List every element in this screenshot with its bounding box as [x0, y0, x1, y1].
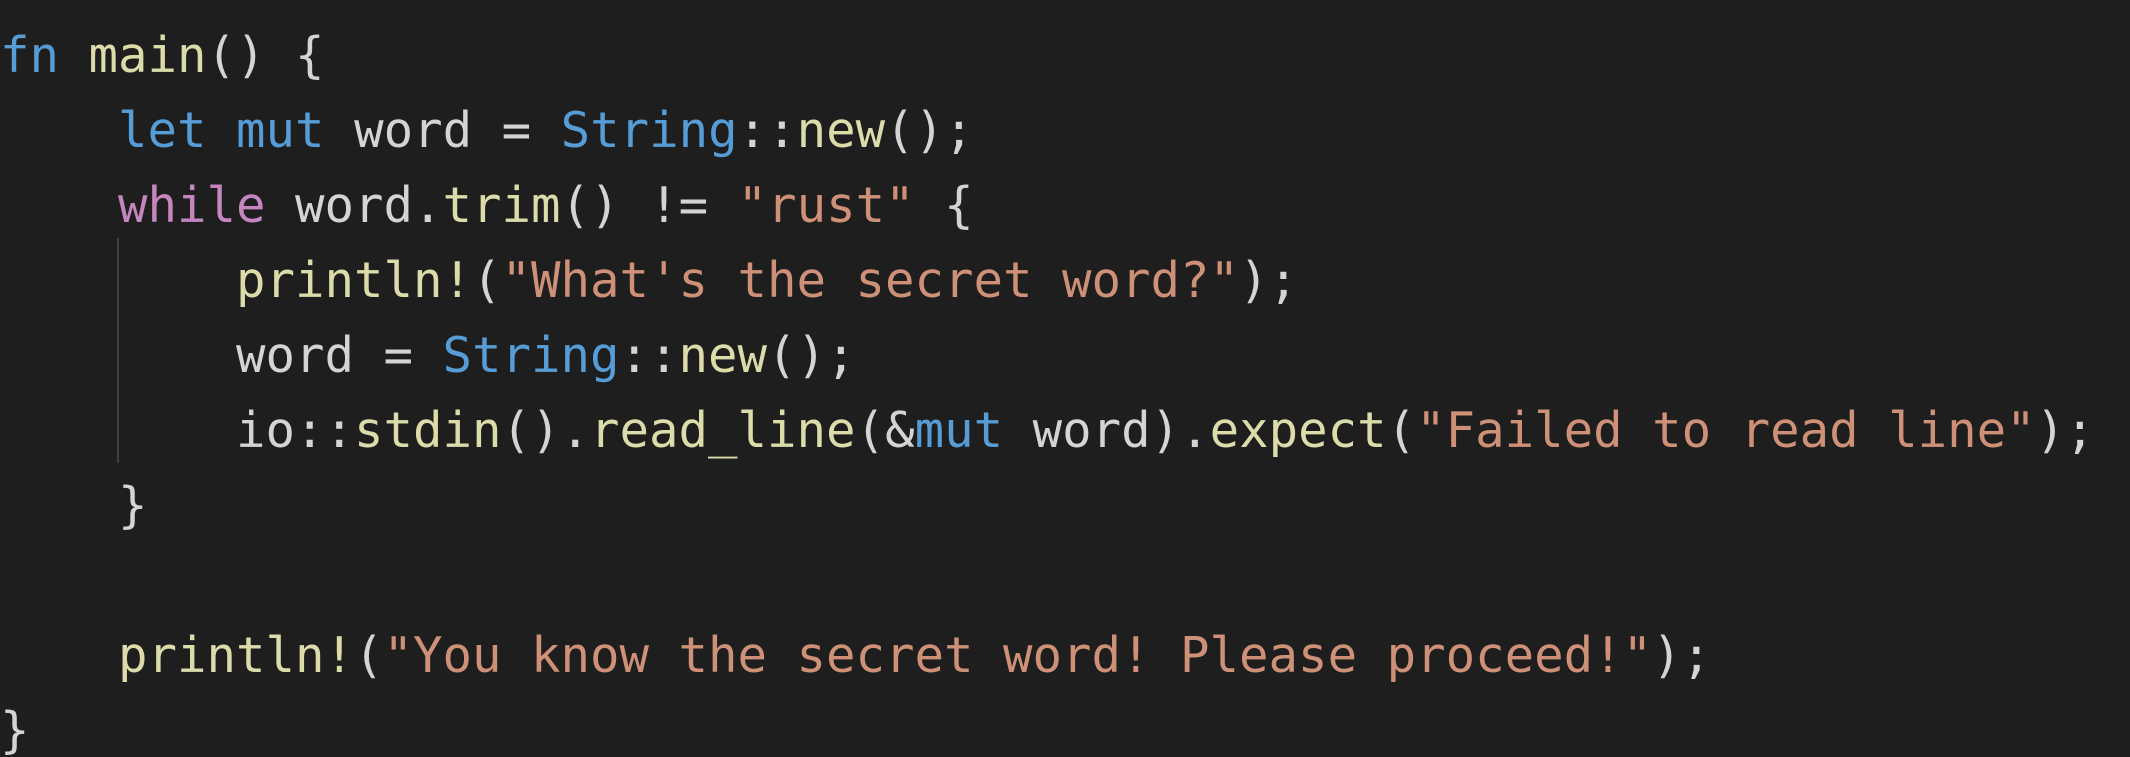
code-token: let	[118, 102, 207, 159]
code-token: );	[2035, 402, 2095, 459]
code-token: }	[0, 702, 30, 757]
code-token: read_line	[590, 402, 856, 459]
code-token: word).	[1003, 402, 1210, 459]
code-line[interactable]: }	[0, 468, 2095, 543]
code-line[interactable]: io::stdin().read_line(&mut word).expect(…	[0, 393, 2095, 468]
code-token: "rust"	[737, 177, 915, 234]
code-token: );	[1652, 627, 1712, 684]
code-token: new	[796, 102, 886, 159]
code-token: while	[118, 177, 266, 234]
code-line[interactable]	[0, 543, 2095, 618]
code-token: ::	[737, 102, 797, 159]
code-token: stdin	[354, 402, 502, 459]
code-token: }	[0, 477, 148, 534]
code-line[interactable]: }	[0, 693, 2095, 757]
code-token: word =	[324, 102, 561, 159]
code-token: println!	[236, 252, 473, 309]
code-line[interactable]: while word.trim() != "rust" {	[0, 168, 2095, 243]
code-token: String	[442, 327, 620, 384]
code-token: () !=	[560, 177, 738, 234]
code-token: main	[88, 27, 207, 84]
code-line[interactable]: let mut word = String::new();	[0, 93, 2095, 168]
code-token: (	[354, 627, 384, 684]
code-token: (	[1386, 402, 1417, 459]
code-token: ();	[885, 102, 974, 159]
code-token: "Failed to read line"	[1416, 402, 2036, 459]
code-token: (&	[855, 402, 915, 459]
code-token: "You know the secret word! Please procee…	[383, 627, 1653, 684]
code-token: io::	[0, 402, 355, 459]
code-line[interactable]: word = String::new();	[0, 318, 2095, 393]
code-token: mut	[236, 102, 325, 159]
code-token: "What's the secret word?"	[501, 252, 1240, 309]
code-editor[interactable]: fn main() { let mut word = String::new()…	[0, 0, 2130, 757]
code-line[interactable]: println!("What's the secret word?");	[0, 243, 2095, 318]
code-token: word =	[0, 327, 443, 384]
code-token: println!	[118, 627, 355, 684]
code-token: word.	[265, 177, 443, 234]
code-token: (	[472, 252, 502, 309]
code-token: trim	[442, 177, 561, 234]
code-token: );	[1239, 252, 1299, 309]
code-token: new	[678, 327, 768, 384]
code-token: ::	[619, 327, 679, 384]
code-token: fn	[0, 27, 60, 84]
code-token: () {	[206, 27, 325, 84]
code-block[interactable]: fn main() { let mut word = String::new()…	[0, 18, 2095, 757]
code-token: mut	[914, 402, 1004, 459]
code-token: String	[560, 102, 738, 159]
code-token: {	[914, 177, 974, 234]
code-token: ();	[767, 327, 856, 384]
code-token: ().	[501, 402, 591, 459]
code-line[interactable]: println!("You know the secret word! Plea…	[0, 618, 2095, 693]
code-token: expect	[1209, 402, 1387, 459]
code-line[interactable]: fn main() {	[0, 18, 2095, 93]
